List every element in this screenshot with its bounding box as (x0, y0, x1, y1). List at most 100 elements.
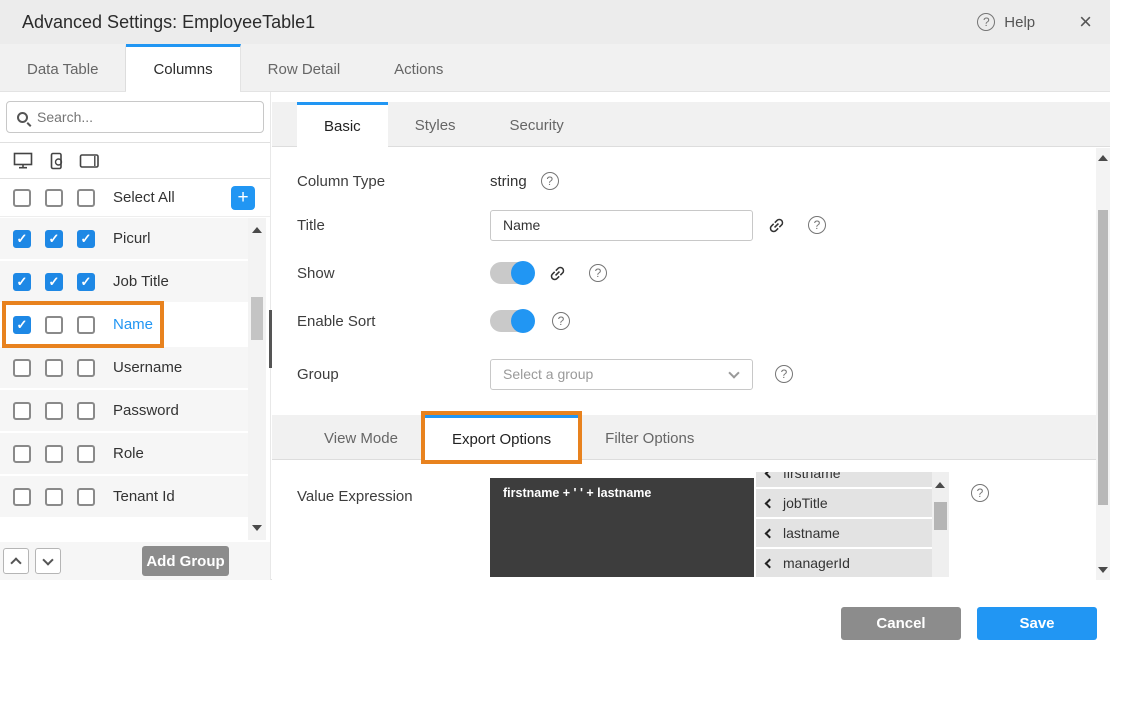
list-item-tenant-id[interactable]: Tenant Id (0, 476, 248, 517)
checkbox[interactable] (77, 402, 95, 420)
help-button[interactable]: ? Help (977, 13, 1035, 31)
close-icon[interactable]: × (1079, 11, 1092, 33)
help-icon[interactable]: ? (589, 264, 607, 282)
enable-sort-toggle[interactable] (490, 310, 534, 332)
tab-styles[interactable]: Styles (388, 102, 483, 146)
column-settings-panel: BasicStylesSecurity Column Type string ?… (272, 92, 1110, 580)
checkbox[interactable] (45, 316, 63, 334)
search-input[interactable] (37, 109, 253, 125)
list-item-username[interactable]: Username (0, 347, 248, 388)
save-button[interactable]: Save (977, 607, 1097, 640)
chevron-left-icon (765, 498, 775, 508)
list-item-name[interactable]: ✓Name (0, 304, 248, 345)
checkbox[interactable] (77, 316, 95, 334)
scroll-down-arrow[interactable] (252, 525, 262, 531)
scrollbar-thumb[interactable] (1098, 210, 1108, 505)
help-icon[interactable]: ? (775, 365, 793, 383)
checkbox[interactable]: ✓ (45, 273, 63, 291)
group-select[interactable]: Select a group (490, 359, 753, 390)
basic-form: Column Type string ? Title ? Show (272, 161, 1110, 397)
list-item-job-title[interactable]: ✓✓✓Job Title (0, 261, 248, 302)
tab-data-table[interactable]: Data Table (0, 44, 126, 91)
checkbox[interactable] (45, 488, 63, 506)
scroll-up-arrow[interactable] (935, 482, 945, 488)
cancel-button[interactable]: Cancel (841, 607, 961, 640)
tab-view-mode[interactable]: View Mode (297, 415, 425, 459)
screen: Advanced Settings: EmployeeTable1 ? Help… (0, 0, 1148, 717)
title-input[interactable] (490, 210, 753, 241)
move-down-button[interactable] (35, 548, 61, 574)
field-item-lastname[interactable]: lastname (756, 519, 932, 547)
help-icon[interactable]: ? (808, 216, 826, 234)
scroll-down-arrow[interactable] (1098, 567, 1108, 573)
available-fields-list: firstname jobTitlelastname managerId (756, 472, 949, 577)
checkbox[interactable]: ✓ (77, 273, 95, 291)
select-all-checkboxes (13, 189, 109, 207)
tab-columns[interactable]: Columns (126, 44, 240, 92)
tab-actions[interactable]: Actions (367, 44, 470, 91)
checkbox[interactable]: ✓ (13, 273, 31, 291)
checkbox[interactable] (13, 189, 31, 207)
list-item-password[interactable]: Password (0, 390, 248, 431)
mobile-icon[interactable] (49, 152, 64, 170)
tab-security[interactable]: Security (483, 102, 591, 146)
help-icon[interactable]: ? (552, 312, 570, 330)
checkbox[interactable] (77, 359, 95, 377)
show-label: Show (297, 265, 490, 282)
list-item-picurl[interactable]: ✓✓✓Picurl (0, 218, 248, 259)
scrollbar-thumb[interactable] (934, 502, 947, 530)
checkbox[interactable]: ✓ (13, 316, 31, 334)
tab-basic[interactable]: Basic (297, 102, 388, 147)
checkbox[interactable] (13, 402, 31, 420)
checkbox[interactable] (45, 189, 63, 207)
list-item-role[interactable]: Role (0, 433, 248, 474)
checkbox[interactable] (13, 488, 31, 506)
help-icon[interactable]: ? (971, 484, 989, 502)
checkbox[interactable]: ✓ (77, 230, 95, 248)
field-item-managerid[interactable]: managerId (756, 549, 932, 577)
add-group-button[interactable]: Add Group (142, 546, 229, 576)
select-all-row: Select All + (0, 179, 270, 217)
desktop-icon[interactable] (13, 152, 34, 169)
tablet-icon[interactable] (79, 153, 100, 169)
fields-scrollbar[interactable] (932, 472, 949, 577)
show-toggle[interactable] (490, 262, 534, 284)
scroll-up-arrow[interactable] (252, 227, 262, 233)
column-label: Password (113, 402, 179, 419)
checkbox[interactable] (45, 445, 63, 463)
column-label: Username (113, 359, 182, 376)
field-item-firstname[interactable]: firstname (756, 472, 932, 487)
tab-row-detail[interactable]: Row Detail (241, 44, 368, 91)
expression-code-editor[interactable]: firstname + ' ' + lastname (490, 478, 754, 577)
checkbox[interactable] (77, 445, 95, 463)
show-row: Show ? (297, 249, 1110, 297)
sidebar-scrollbar[interactable] (248, 218, 266, 540)
checkbox[interactable] (45, 402, 63, 420)
move-up-button[interactable] (3, 548, 29, 574)
checkbox[interactable] (77, 189, 95, 207)
tab-filter-options[interactable]: Filter Options (578, 415, 721, 459)
checkbox[interactable] (45, 359, 63, 377)
column-type-row: Column Type string ? (297, 161, 1110, 201)
panel-scrollbar[interactable] (1096, 148, 1110, 580)
tab-export-options[interactable]: Export Options (425, 415, 578, 460)
add-column-button[interactable]: + (231, 186, 255, 210)
scrollbar-thumb[interactable] (251, 297, 263, 340)
checkbox[interactable] (13, 445, 31, 463)
chevron-down-icon (42, 554, 53, 565)
link-icon[interactable] (548, 264, 567, 283)
group-row: Group Select a group ? (297, 351, 1110, 397)
chevron-left-icon (765, 528, 775, 538)
field-label: managerId (783, 555, 850, 571)
checkbox[interactable] (13, 359, 31, 377)
scroll-up-arrow[interactable] (1098, 155, 1108, 161)
help-icon: ? (977, 13, 995, 31)
checkbox[interactable] (77, 488, 95, 506)
select-all-label: Select All (113, 189, 175, 206)
help-icon[interactable]: ? (541, 172, 559, 190)
field-item-jobtitle[interactable]: jobTitle (756, 489, 932, 517)
link-icon[interactable] (767, 216, 786, 235)
enable-sort-label: Enable Sort (297, 313, 490, 330)
checkbox[interactable]: ✓ (45, 230, 63, 248)
checkbox[interactable]: ✓ (13, 230, 31, 248)
